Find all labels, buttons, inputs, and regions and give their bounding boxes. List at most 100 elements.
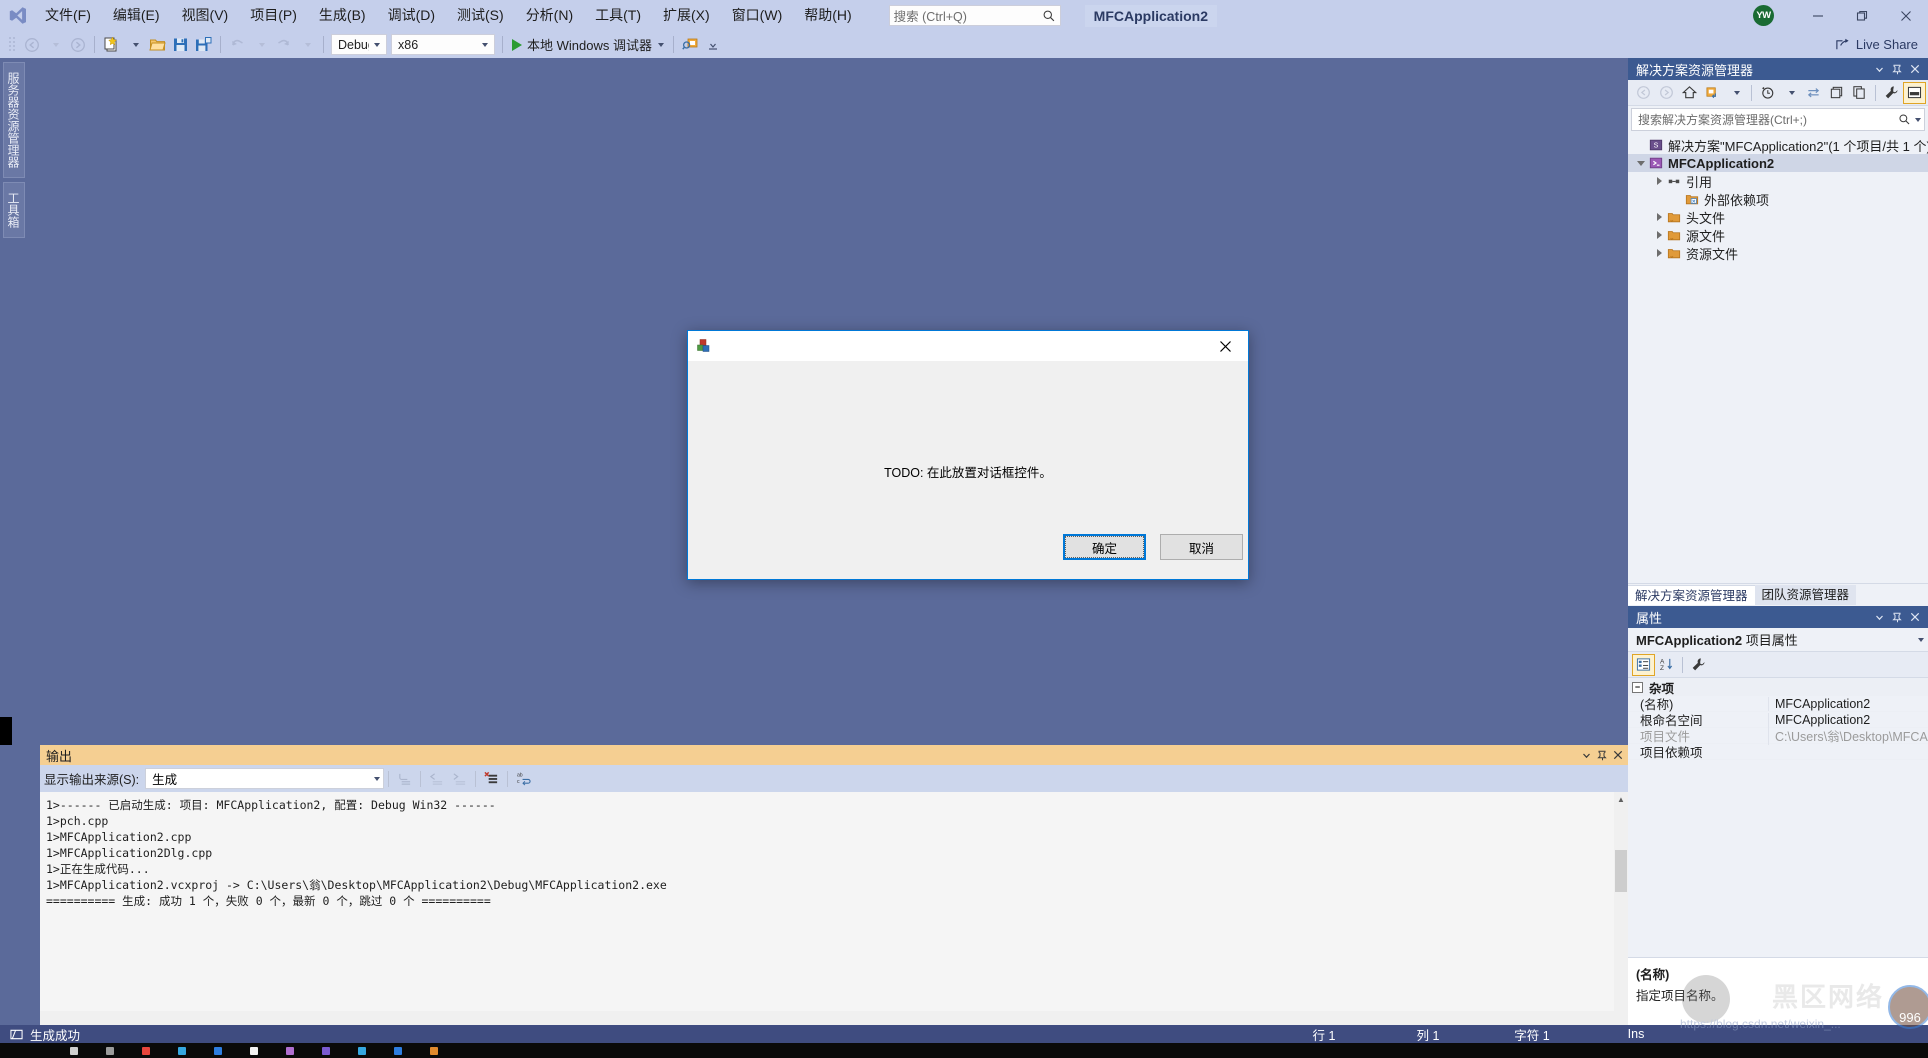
properties-object-combo[interactable]: MFCApplication2 项目属性 bbox=[1628, 628, 1928, 652]
se-window-menu-button[interactable] bbox=[1870, 60, 1888, 78]
se-switch-views-button[interactable] bbox=[1701, 82, 1724, 104]
taskbar-item-8[interactable] bbox=[322, 1046, 330, 1055]
solution-platform-combo[interactable]: x86 bbox=[391, 34, 495, 55]
se-close-button[interactable] bbox=[1906, 60, 1924, 78]
prop-property-pages-button[interactable] bbox=[1687, 654, 1710, 676]
menu-window[interactable]: 窗口(W) bbox=[721, 0, 794, 31]
scroll-thumb[interactable] bbox=[1615, 850, 1627, 892]
toolbar-grip-icon[interactable] bbox=[8, 36, 16, 54]
output-go-to-next-button[interactable] bbox=[448, 768, 471, 790]
maximize-button[interactable] bbox=[1840, 0, 1884, 31]
taskbar-item-4[interactable] bbox=[178, 1046, 186, 1055]
property-row-project-dependencies[interactable]: 项目依赖项 bbox=[1628, 744, 1928, 760]
solution-explorer-search-input[interactable]: 搜索解决方案资源管理器(Ctrl+;) bbox=[1631, 108, 1925, 131]
save-button[interactable] bbox=[169, 33, 192, 56]
rail-tab-toolbox[interactable]: 工具箱 bbox=[3, 182, 25, 238]
dialog-title-bar[interactable] bbox=[688, 331, 1248, 362]
menu-test[interactable]: 测试(S) bbox=[446, 0, 515, 31]
se-preview-pane-button[interactable] bbox=[1903, 81, 1926, 104]
twisty-closed-resources[interactable] bbox=[1652, 249, 1666, 257]
attach-to-process-button[interactable] bbox=[679, 33, 702, 56]
taskbar-item-3[interactable] bbox=[142, 1046, 150, 1055]
redo-dropdown[interactable] bbox=[295, 33, 318, 56]
prop-alphabetical-button[interactable]: A Z bbox=[1655, 654, 1678, 676]
output-text-content[interactable]: 1>------ 已启动生成: 项目: MFCApplication2, 配置:… bbox=[40, 792, 1614, 1011]
menu-tools[interactable]: 工具(T) bbox=[584, 0, 652, 31]
dock-tab-solution-explorer[interactable]: 解决方案资源管理器 bbox=[1628, 585, 1755, 605]
se-collapse-all-button[interactable] bbox=[1825, 82, 1848, 104]
undo-dropdown[interactable] bbox=[249, 33, 272, 56]
menu-extensions[interactable]: 扩展(X) bbox=[652, 0, 721, 31]
close-button[interactable] bbox=[1884, 0, 1928, 31]
redo-button[interactable] bbox=[272, 33, 295, 56]
twisty-closed-references[interactable] bbox=[1652, 177, 1666, 185]
tree-node-resource-files[interactable]: 资源文件 bbox=[1628, 244, 1928, 262]
se-back-button[interactable] bbox=[1632, 82, 1655, 104]
output-find-message-button[interactable] bbox=[393, 768, 416, 790]
se-home-button[interactable] bbox=[1678, 82, 1701, 104]
taskbar-item-6[interactable] bbox=[250, 1046, 258, 1055]
tree-node-source-files[interactable]: 源文件 bbox=[1628, 226, 1928, 244]
output-pin-button[interactable] bbox=[1594, 747, 1610, 763]
se-pending-changes-button[interactable] bbox=[1756, 82, 1779, 104]
quick-search-box[interactable]: 搜索 (Ctrl+Q) bbox=[888, 5, 1061, 26]
tree-node-project[interactable]: MFCApplication2 bbox=[1628, 154, 1928, 172]
dialog-close-button[interactable] bbox=[1203, 331, 1248, 361]
twisty-closed-headers[interactable] bbox=[1652, 213, 1666, 221]
menu-edit[interactable]: 编辑(E) bbox=[102, 0, 171, 31]
scroll-up-arrow-icon[interactable]: ▲ bbox=[1614, 792, 1628, 806]
taskbar-item-5[interactable] bbox=[214, 1046, 222, 1055]
undo-button[interactable] bbox=[226, 33, 249, 56]
rail-tab-server-explorer[interactable]: 服务器资源管理器 bbox=[3, 62, 25, 178]
dialog-ok-button[interactable]: 确定 bbox=[1063, 534, 1146, 560]
prop-pin-button[interactable] bbox=[1888, 608, 1906, 626]
se-search-options-caret-icon[interactable] bbox=[1915, 117, 1921, 122]
taskbar-item-9[interactable] bbox=[358, 1046, 366, 1055]
dialog-cancel-button[interactable]: 取消 bbox=[1160, 534, 1243, 560]
start-debugging-button[interactable]: 本地 Windows 调试器 bbox=[508, 33, 668, 56]
se-pin-button[interactable] bbox=[1888, 60, 1906, 78]
menu-help[interactable]: 帮助(H) bbox=[793, 0, 862, 31]
prop-close-button[interactable] bbox=[1906, 608, 1924, 626]
tree-node-external-dependencies[interactable]: 外部依赖项 bbox=[1628, 190, 1928, 208]
tree-node-header-files[interactable]: 头文件 bbox=[1628, 208, 1928, 226]
tree-node-references[interactable]: 引用 bbox=[1628, 172, 1928, 190]
output-clear-all-button[interactable] bbox=[480, 768, 503, 790]
toolbar-overflow-button[interactable] bbox=[702, 33, 725, 56]
minimize-button[interactable] bbox=[1796, 0, 1840, 31]
live-share-button[interactable]: Live Share bbox=[1825, 33, 1928, 56]
tree-node-solution[interactable]: S 解决方案"MFCApplication2"(1 个项目/共 1 个) bbox=[1628, 136, 1928, 154]
se-pending-changes-dropdown[interactable] bbox=[1779, 82, 1802, 104]
se-properties-button[interactable] bbox=[1880, 82, 1903, 104]
property-value-1[interactable]: MFCApplication2 bbox=[1768, 712, 1928, 727]
navigate-back-button[interactable] bbox=[20, 33, 43, 56]
taskbar-item-7[interactable] bbox=[286, 1046, 294, 1055]
taskbar-item-2[interactable] bbox=[106, 1046, 114, 1055]
output-source-combo[interactable]: 生成 bbox=[145, 768, 385, 789]
output-go-to-previous-button[interactable] bbox=[425, 768, 448, 790]
collapse-category-icon[interactable]: − bbox=[1632, 681, 1643, 693]
prop-window-menu-button[interactable] bbox=[1870, 608, 1888, 626]
menu-view[interactable]: 视图(V) bbox=[171, 0, 240, 31]
prop-categorized-button[interactable] bbox=[1632, 653, 1655, 676]
chevron-down-icon-prop[interactable] bbox=[1918, 637, 1924, 642]
solution-configuration-combo[interactable]: Debug bbox=[331, 34, 387, 55]
open-file-button[interactable] bbox=[146, 33, 169, 56]
taskbar-item-10[interactable] bbox=[394, 1046, 402, 1055]
se-switch-views-dropdown[interactable] bbox=[1724, 82, 1747, 104]
start-debugging-caret-icon[interactable] bbox=[657, 42, 664, 47]
output-close-button[interactable] bbox=[1610, 747, 1626, 763]
dock-tab-team-explorer[interactable]: 团队资源管理器 bbox=[1754, 585, 1857, 605]
twisty-closed-sources[interactable] bbox=[1652, 231, 1666, 239]
menu-build[interactable]: 生成(B) bbox=[308, 0, 377, 31]
output-vertical-scrollbar[interactable]: ▲ bbox=[1614, 792, 1628, 1011]
save-all-button[interactable] bbox=[192, 33, 215, 56]
navigate-forward-button[interactable] bbox=[66, 33, 89, 56]
output-toggle-word-wrap-button[interactable]: ab c bbox=[512, 768, 535, 790]
taskbar-item-11[interactable] bbox=[430, 1046, 438, 1055]
menu-file[interactable]: 文件(F) bbox=[34, 0, 102, 31]
navigate-back-dropdown[interactable] bbox=[43, 33, 66, 56]
menu-project[interactable]: 项目(P) bbox=[239, 0, 308, 31]
menu-debug[interactable]: 调试(D) bbox=[377, 0, 446, 31]
new-project-button[interactable] bbox=[100, 33, 123, 56]
